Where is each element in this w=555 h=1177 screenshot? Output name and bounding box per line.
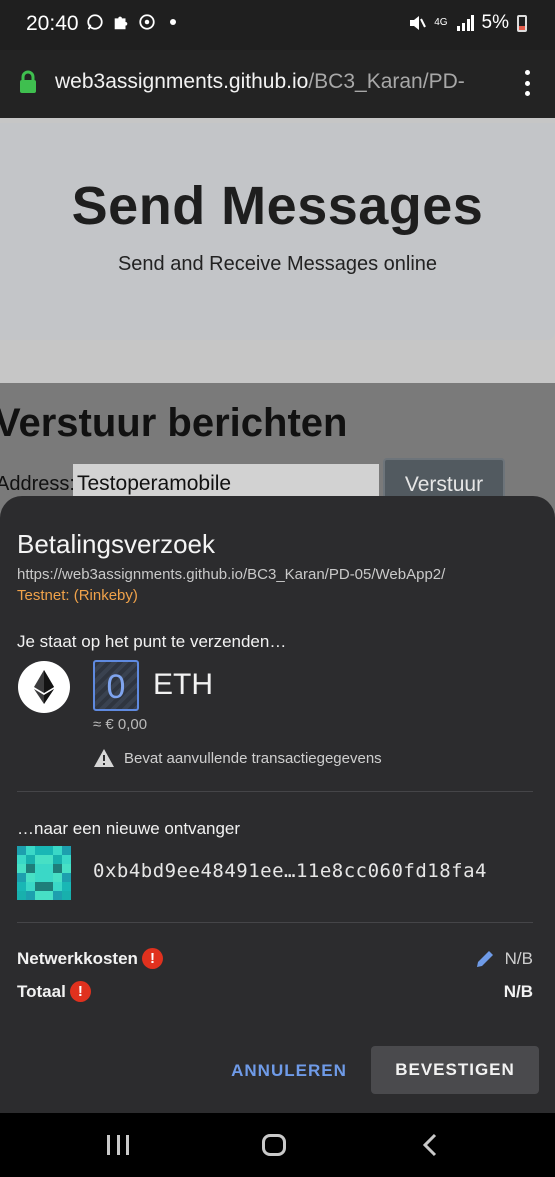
confirm-button[interactable]: BEVESTIGEN — [371, 1046, 539, 1094]
recipient-identicon — [17, 846, 71, 900]
data-warning-text: Bevat aanvullende transactiegegevens — [124, 749, 382, 767]
data-warning: Bevat aanvullende transactiegegevens — [94, 749, 382, 767]
total-label: Totaal ! — [17, 981, 91, 1002]
whatsapp-icon — [87, 14, 103, 30]
amount-unit: ETH — [153, 668, 213, 701]
cancel-button[interactable]: ANNULEREN — [224, 1048, 354, 1092]
puzzle-icon — [114, 16, 128, 30]
recipient-heading: …naar een nieuwe ontvanger — [17, 819, 241, 838]
status-bar: 20:40 4G 5% — [0, 0, 555, 50]
warning-triangle-icon — [94, 749, 114, 767]
error-icon: ! — [69, 981, 91, 1002]
network-fee-label: Netwerkkosten ! — [17, 948, 163, 969]
network-label: Testnet: (Rinkeby) — [17, 587, 138, 604]
browser-address-bar[interactable]: web3assignments.github.io/BC3_Karan/PD- — [0, 50, 555, 118]
url-domain: web3assignments.github.io — [55, 70, 309, 93]
browser-menu-icon[interactable] — [523, 70, 531, 96]
payment-request-sheet: Betalingsverzoek https://web3assignments… — [0, 496, 555, 1113]
fiat-value: ≈ € 0,00 — [93, 716, 148, 733]
recent-apps-icon[interactable] — [107, 1135, 129, 1155]
signal-icon — [456, 15, 474, 31]
section-title: Verstuur berichten — [0, 401, 348, 445]
network-fee-value: N/B — [475, 949, 533, 969]
ethereum-diamond-icon — [34, 670, 54, 704]
url-text[interactable]: web3assignments.github.io/BC3_Karan/PD- — [55, 70, 505, 94]
address-label: Address: — [0, 473, 75, 495]
divider — [17, 791, 533, 792]
status-time: 20:40 — [26, 12, 79, 35]
total-value: N/B — [503, 982, 533, 1001]
phone-screen: 20:40 4G 5% web3assignments.github.io/BC… — [0, 0, 555, 1177]
page-subtitle: Send and Receive Messages online — [117, 253, 438, 275]
hero-band: Send Messages Send and Receive Messages … — [0, 118, 555, 383]
send-heading: Je staat op het punt te verzenden… — [17, 632, 287, 651]
sync-icon — [139, 14, 155, 30]
amount-input[interactable]: 0 — [93, 660, 139, 711]
network-fee-amount: N/B — [504, 949, 533, 968]
network-fee-text: Netwerkkosten — [17, 948, 138, 968]
battery-percent: 5% — [481, 12, 509, 33]
back-icon[interactable] — [422, 1133, 438, 1157]
hero-card: Send Messages Send and Receive Messages … — [0, 123, 555, 340]
error-icon: ! — [141, 948, 163, 969]
network-type: 4G — [434, 17, 448, 28]
edit-pencil-icon[interactable] — [475, 949, 495, 969]
url-path: /BC3_Karan/PD- — [308, 70, 465, 93]
recipient-address[interactable]: 0xb4bd9ee48491ee…11e8cc060fd18fa4 — [93, 860, 487, 882]
ethereum-icon — [18, 661, 70, 713]
navigation-bar — [0, 1113, 555, 1177]
notification-icons — [86, 13, 176, 31]
mute-icon — [410, 16, 427, 30]
more-notifications-dot — [170, 19, 176, 25]
sheet-title: Betalingsverzoek — [17, 529, 215, 559]
page-title: Send Messages — [71, 176, 484, 236]
origin-url: https://web3assignments.github.io/BC3_Ka… — [17, 566, 446, 583]
battery-icon — [517, 14, 527, 32]
home-icon[interactable] — [262, 1134, 286, 1156]
total-text: Totaal — [17, 981, 66, 1001]
status-right: 4G 5% — [408, 12, 527, 34]
divider — [17, 922, 533, 923]
lock-icon — [20, 70, 36, 93]
